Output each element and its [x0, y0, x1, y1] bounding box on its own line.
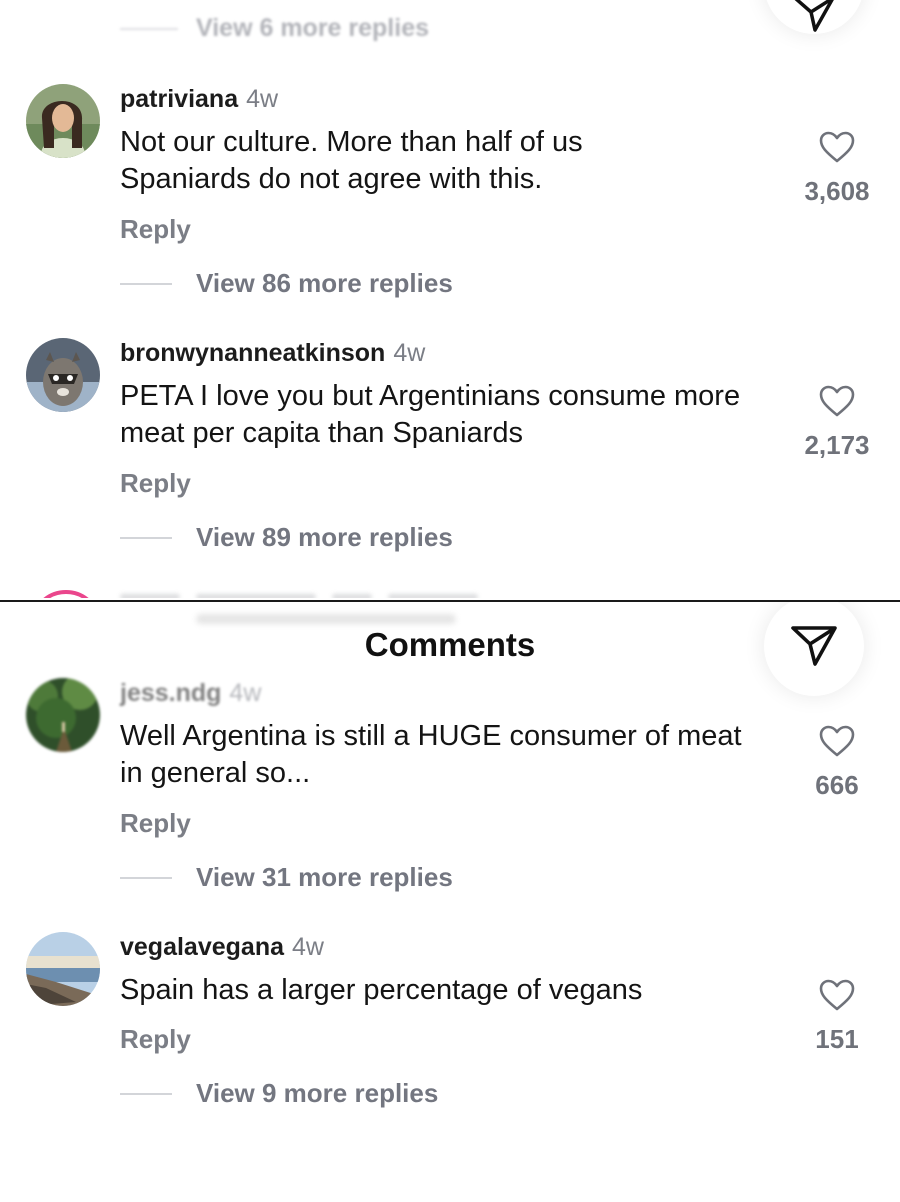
divider-line — [120, 536, 172, 539]
view-replies-link[interactable]: View 86 more replies — [120, 268, 453, 299]
divider-line — [120, 1092, 172, 1095]
view-replies-label: View 31 more replies — [196, 862, 453, 892]
heart-outline-icon — [819, 725, 855, 757]
comment-header: patriviana 4w — [120, 84, 278, 114]
view-replies-link[interactable]: View 89 more replies — [120, 522, 453, 553]
timestamp: 4w — [246, 85, 279, 113]
comments-panel-bottom: Comments jess.ndg 4w Well Argentina is st… — [0, 600, 900, 1202]
timestamp: 4w — [292, 933, 324, 961]
like-control[interactable]: 2,173 — [782, 384, 892, 461]
like-count: 2,173 — [804, 430, 870, 460]
view-replies-label: View 86 more replies — [196, 268, 453, 298]
like-control[interactable]: 151 — [782, 978, 892, 1055]
comment-header: bronwynanneatkinson 4w — [120, 338, 425, 368]
username[interactable]: bronwynanneatkinson — [120, 339, 385, 367]
divider-line — [120, 282, 172, 285]
heart-outline-icon — [819, 385, 855, 417]
heart-outline-icon — [819, 131, 855, 163]
share-button[interactable] — [764, 0, 864, 34]
username[interactable]: jess.ndg — [120, 679, 221, 707]
heart-outline-icon — [819, 979, 855, 1011]
comment-item: vegalavegana 4w Spain has a larger percen… — [0, 932, 900, 1152]
view-replies-label: View 89 more replies — [196, 522, 453, 552]
username[interactable]: patriviana — [120, 85, 238, 113]
avatar[interactable] — [26, 932, 100, 1006]
reply-button[interactable]: Reply — [120, 808, 191, 839]
divider-line — [120, 876, 172, 879]
divider-line — [120, 27, 178, 30]
comment-item: patriviana 4w Not our culture. More than … — [0, 84, 900, 304]
view-replies-link[interactable]: View 31 more replies — [120, 862, 453, 893]
view-replies-link-blurred[interactable] — [196, 614, 456, 624]
comment-text: Well Argentina is still a HUGE consumer … — [120, 720, 742, 789]
timestamp: 4w — [229, 679, 262, 707]
view-replies-link-faded[interactable]: View 6 more replies — [120, 14, 429, 43]
reply-button[interactable]: Reply — [120, 214, 191, 245]
avatar[interactable] — [26, 338, 100, 412]
comment-text: Spain has a larger percentage of vegans — [120, 974, 643, 1006]
view-replies-label: View 6 more replies — [196, 14, 429, 42]
story-ring-avatar-partial — [30, 590, 102, 598]
like-count: 3,608 — [804, 176, 870, 206]
comment-header: jess.ndg 4w — [120, 678, 261, 708]
next-comment-partial — [120, 594, 510, 598]
paper-plane-icon — [794, 0, 834, 32]
comment-text: PETA I love you but Argentinians consume… — [120, 380, 741, 449]
like-control[interactable]: 3,608 — [782, 130, 892, 207]
like-control[interactable]: 666 — [782, 724, 892, 801]
reply-button[interactable]: Reply — [120, 468, 191, 499]
comment-text: Not our culture. More than half of us Sp… — [120, 126, 583, 195]
timestamp: 4w — [393, 339, 426, 367]
reply-button[interactable]: Reply — [120, 1024, 191, 1055]
like-count: 666 — [815, 770, 859, 800]
avatar[interactable] — [26, 84, 100, 158]
paper-plane-icon — [791, 626, 837, 666]
like-count: 151 — [815, 1024, 859, 1054]
view-replies-link[interactable]: View 9 more replies — [120, 1078, 438, 1109]
comment-header: vegalavegana 4w — [120, 932, 324, 962]
comment-item: jess.ndg 4w Well Argentina is still a HUG… — [0, 678, 900, 898]
view-replies-label: View 9 more replies — [196, 1078, 439, 1108]
avatar[interactable] — [26, 678, 100, 752]
username[interactable]: vegalavegana — [120, 933, 284, 961]
comment-item: bronwynanneatkinson 4w PETA I love you bu… — [0, 338, 900, 558]
comments-panel-top: View 6 more replies patriviana 4w Not our… — [0, 0, 900, 598]
